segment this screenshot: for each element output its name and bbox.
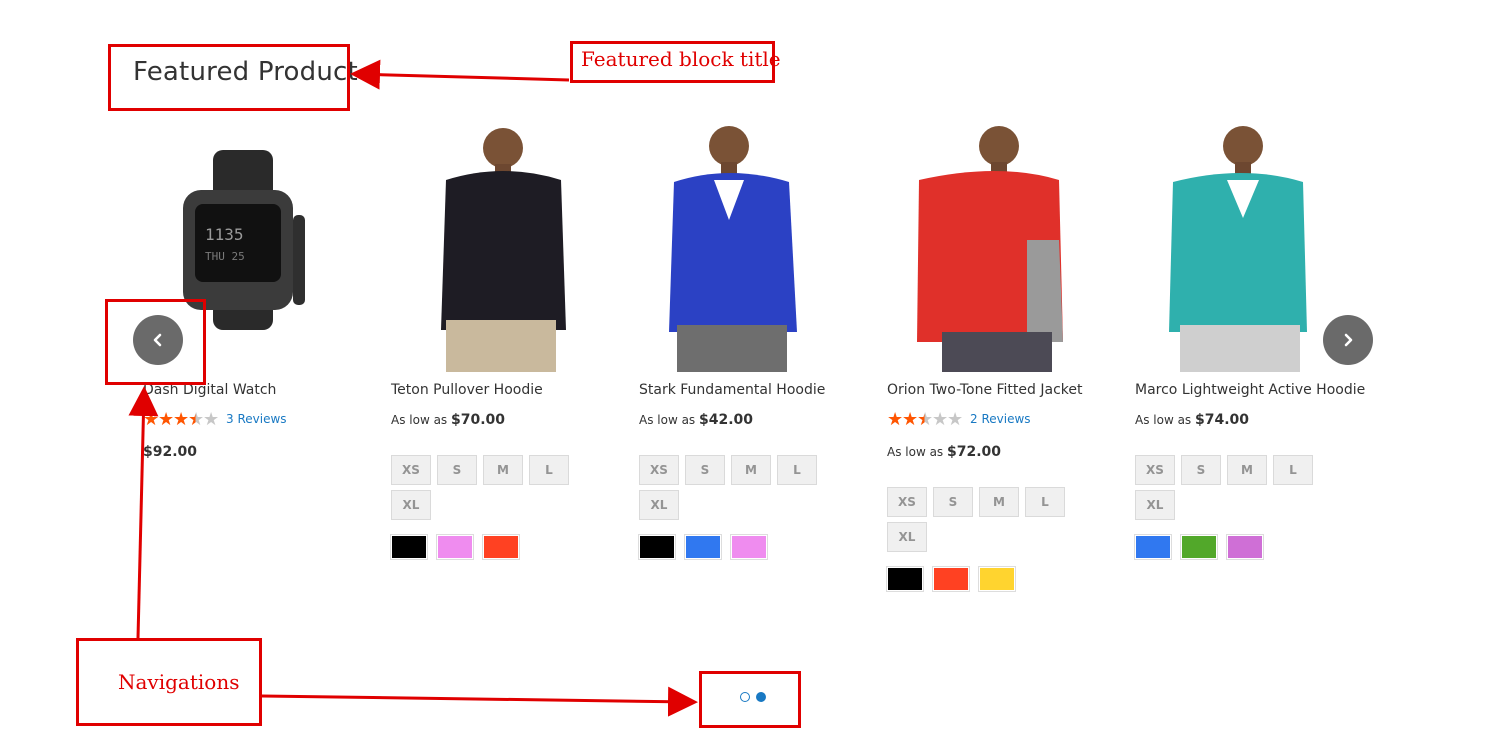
color-swatch-red[interactable] (932, 566, 970, 592)
price-prefix: As low as (1135, 413, 1192, 427)
star-icon: ★ (143, 409, 160, 429)
size-option-m[interactable]: M (979, 487, 1019, 517)
size-option-l[interactable]: L (529, 455, 569, 485)
size-options: XS S M L XL (391, 455, 591, 520)
star-half-icon: ★ (917, 409, 934, 429)
color-swatch-pink[interactable] (436, 534, 474, 560)
annotation-label-title: Featured block title (581, 47, 781, 71)
product-item[interactable]: Stark Fundamental Hoodie As low as $42.0… (638, 120, 869, 560)
annotation-label-navigations: Navigations (118, 670, 240, 694)
product-image-hoodie[interactable] (639, 120, 839, 372)
product-name[interactable]: Marco Lightweight Active Hoodie (1135, 382, 1365, 398)
product-image-jacket[interactable] (887, 120, 1087, 372)
product-price: As low as $74.00 (1135, 412, 1249, 428)
color-swatch-green[interactable] (1180, 534, 1218, 560)
color-swatches (886, 566, 1016, 592)
size-option-l[interactable]: L (1273, 455, 1313, 485)
svg-text:1135: 1135 (205, 225, 244, 244)
reviews-link[interactable]: 2 Reviews (970, 412, 1031, 426)
price-prefix: As low as (639, 413, 696, 427)
product-name[interactable]: Teton Pullover Hoodie (391, 382, 543, 398)
size-option-m[interactable]: M (1227, 455, 1267, 485)
star-icon: ★ (887, 409, 904, 429)
color-swatch-blue[interactable] (684, 534, 722, 560)
product-item[interactable]: Teton Pullover Hoodie As low as $70.00 X… (390, 120, 621, 560)
price-amount: $72.00 (947, 444, 1002, 460)
size-option-xs[interactable]: XS (887, 487, 927, 517)
price-amount: $92.00 (143, 444, 198, 460)
size-option-xl[interactable]: XL (639, 490, 679, 520)
size-option-xs[interactable]: XS (1135, 455, 1175, 485)
color-swatch-red[interactable] (482, 534, 520, 560)
product-rating: ★ ★ ★ ★ ★ 3 Reviews (143, 410, 287, 428)
price-amount: $74.00 (1195, 412, 1250, 428)
size-option-s[interactable]: S (933, 487, 973, 517)
annotation-box-pagination (699, 671, 801, 728)
color-swatch-purple[interactable] (1226, 534, 1264, 560)
price-amount: $70.00 (451, 412, 506, 428)
product-price: As low as $42.00 (639, 412, 753, 428)
svg-text:THU 25: THU 25 (205, 250, 245, 263)
price-prefix: As low as (887, 445, 944, 459)
color-swatch-blue[interactable] (1134, 534, 1172, 560)
product-name[interactable]: Stark Fundamental Hoodie (639, 382, 825, 398)
size-option-xs[interactable]: XS (639, 455, 679, 485)
size-options: XS S M L XL (887, 487, 1087, 552)
color-swatches (390, 534, 520, 560)
color-swatches (638, 534, 768, 560)
color-swatches (1134, 534, 1264, 560)
size-option-s[interactable]: S (1181, 455, 1221, 485)
size-option-l[interactable]: L (777, 455, 817, 485)
size-option-l[interactable]: L (1025, 487, 1065, 517)
reviews-link[interactable]: 3 Reviews (226, 412, 287, 426)
color-swatch-pink[interactable] (730, 534, 768, 560)
chevron-right-icon (1344, 333, 1353, 347)
size-options: XS S M L XL (639, 455, 839, 520)
star-icon: ★ (158, 409, 175, 429)
color-swatch-black[interactable] (390, 534, 428, 560)
color-swatch-yellow[interactable] (978, 566, 1016, 592)
size-option-xs[interactable]: XS (391, 455, 431, 485)
product-image-hoodie[interactable] (1135, 120, 1335, 372)
product-price: As low as $70.00 (391, 412, 505, 428)
size-option-m[interactable]: M (731, 455, 771, 485)
carousel-next-button[interactable] (1323, 315, 1373, 365)
color-swatch-black[interactable] (638, 534, 676, 560)
star-icon: ★ (902, 409, 919, 429)
rating-stars: ★ ★ ★ ★ ★ (887, 409, 964, 429)
product-rating: ★ ★ ★ ★ ★ 2 Reviews (887, 410, 1031, 428)
size-option-s[interactable]: S (437, 455, 477, 485)
rating-stars: ★ ★ ★ ★ ★ (143, 409, 220, 429)
star-icon: ★ (947, 409, 964, 429)
size-option-s[interactable]: S (685, 455, 725, 485)
star-icon: ★ (173, 409, 190, 429)
size-options: XS S M L XL (1135, 455, 1335, 520)
size-option-m[interactable]: M (483, 455, 523, 485)
product-name[interactable]: Orion Two-Tone Fitted Jacket (887, 382, 1082, 398)
annotation-box-title (108, 44, 350, 111)
price-prefix: As low as (391, 413, 448, 427)
star-icon: ★ (203, 409, 220, 429)
size-option-xl[interactable]: XL (391, 490, 431, 520)
star-half-icon: ★ (188, 409, 205, 429)
color-swatch-black[interactable] (886, 566, 924, 592)
product-image-hoodie[interactable] (391, 120, 591, 372)
product-price: As low as $72.00 (887, 444, 1001, 460)
size-option-xl[interactable]: XL (1135, 490, 1175, 520)
annotation-box-prev (105, 299, 206, 385)
product-item[interactable]: Orion Two-Tone Fitted Jacket ★ ★ ★ ★ ★ 2… (886, 120, 1117, 592)
price-amount: $42.00 (699, 412, 754, 428)
product-price: $92.00 (143, 444, 197, 460)
star-icon: ★ (932, 409, 949, 429)
size-option-xl[interactable]: XL (887, 522, 927, 552)
